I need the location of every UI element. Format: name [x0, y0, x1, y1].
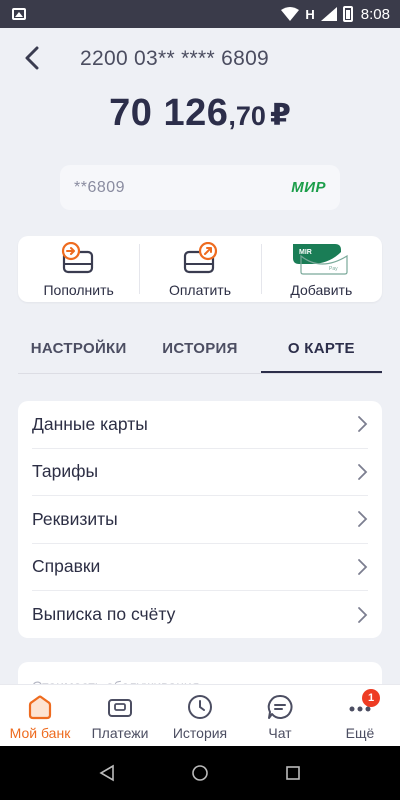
gallery-notification-icon: [12, 8, 26, 20]
menu-item-tariffs[interactable]: Тарифы: [32, 449, 368, 496]
menu-item-statement[interactable]: Выписка по счёту: [32, 591, 368, 639]
balance-decimal: ,70: [228, 101, 266, 131]
card-actions: Пополнить Оплатить MIR Pay Добавить: [18, 236, 382, 302]
chevron-right-icon: [358, 558, 368, 575]
menu-item-certificates[interactable]: Справки: [32, 544, 368, 591]
menu-item-label: Выписка по счёту: [32, 604, 176, 625]
system-back-icon[interactable]: [98, 764, 116, 782]
card-number-title: 2200 03** **** 6809: [80, 47, 270, 70]
add-label: Добавить: [290, 282, 353, 298]
battery-icon: [342, 6, 353, 22]
nav-label: Мой банк: [9, 725, 71, 741]
nav-history[interactable]: История: [160, 685, 240, 746]
chat-icon: [267, 694, 293, 719]
tab-settings[interactable]: НАСТРОЙКИ: [18, 330, 139, 373]
mir-pay-sub-text: Pay: [329, 266, 338, 272]
chevron-right-icon: [358, 416, 368, 433]
menu-item-label: Реквизиты: [32, 508, 118, 529]
tab-history[interactable]: ИСТОРИЯ: [139, 330, 260, 373]
chevron-right-icon: [358, 606, 368, 623]
back-button[interactable]: [18, 44, 46, 72]
card-selector[interactable]: **6809 МИР: [60, 165, 340, 210]
nav-label: Платежи: [91, 725, 149, 741]
wallet-icon: [108, 699, 132, 717]
nav-more[interactable]: 1 Ещё: [320, 685, 400, 746]
chevron-left-icon: [25, 46, 39, 70]
about-card-menu: Данные карты Тарифы Реквизиты Справки Вы…: [18, 401, 382, 638]
nav-label: Чат: [268, 725, 292, 741]
chevron-right-icon: [358, 511, 368, 528]
masked-card-number: **6809: [74, 178, 126, 196]
signal-icon: [320, 7, 337, 21]
home-icon: [28, 695, 52, 720]
nav-label: История: [172, 725, 228, 741]
mir-pay-brand-text: MIR: [299, 249, 312, 256]
top-up-label: Пополнить: [43, 282, 114, 298]
chevron-right-icon: [358, 463, 368, 480]
nav-chat[interactable]: Чат: [240, 685, 320, 746]
tab-about-card[interactable]: О КАРТЕ: [260, 330, 382, 373]
menu-item-label: Тарифы: [32, 461, 99, 482]
top-up-card-icon: [61, 242, 93, 274]
nav-my-bank[interactable]: Мой банк: [0, 685, 80, 746]
notification-badge: 1: [362, 689, 380, 707]
menu-item-requisites[interactable]: Реквизиты: [32, 496, 368, 544]
card-tabs: НАСТРОЙКИ ИСТОРИЯ О КАРТЕ: [18, 330, 382, 374]
nav-label: Ещё: [345, 725, 375, 741]
bottom-navigation: Мой банк Платежи История Чат 1 Ещё: [0, 684, 400, 746]
menu-item-label: Справки: [32, 556, 101, 577]
status-bar: H 8:08: [0, 0, 400, 28]
top-up-button[interactable]: Пополнить: [18, 236, 139, 302]
clock-icon: [188, 695, 212, 719]
header: 2200 03** **** 6809: [0, 28, 400, 90]
system-navigation-bar: [0, 746, 400, 800]
mir-pay-icon: MIR Pay: [293, 244, 348, 275]
add-to-mir-pay-button[interactable]: MIR Pay Добавить: [260, 236, 382, 302]
system-home-icon[interactable]: [191, 764, 209, 782]
system-recents-icon[interactable]: [284, 764, 302, 782]
currency-symbol: ₽: [269, 99, 291, 132]
pay-label: Оплатить: [168, 282, 232, 298]
balance-integer: 70 126: [109, 92, 229, 134]
mir-logo: МИР: [291, 179, 326, 196]
menu-item-label: Данные карты: [32, 413, 148, 434]
clock-time: 8:08: [360, 5, 390, 23]
menu-item-card-details[interactable]: Данные карты: [32, 401, 368, 449]
wifi-icon: [281, 7, 300, 21]
nav-payments[interactable]: Платежи: [80, 685, 160, 746]
card-balance: 70 126,70 ₽: [0, 92, 400, 135]
network-type: H: [305, 6, 315, 22]
pay-button[interactable]: Оплатить: [139, 236, 260, 302]
pay-card-icon: [183, 242, 218, 274]
